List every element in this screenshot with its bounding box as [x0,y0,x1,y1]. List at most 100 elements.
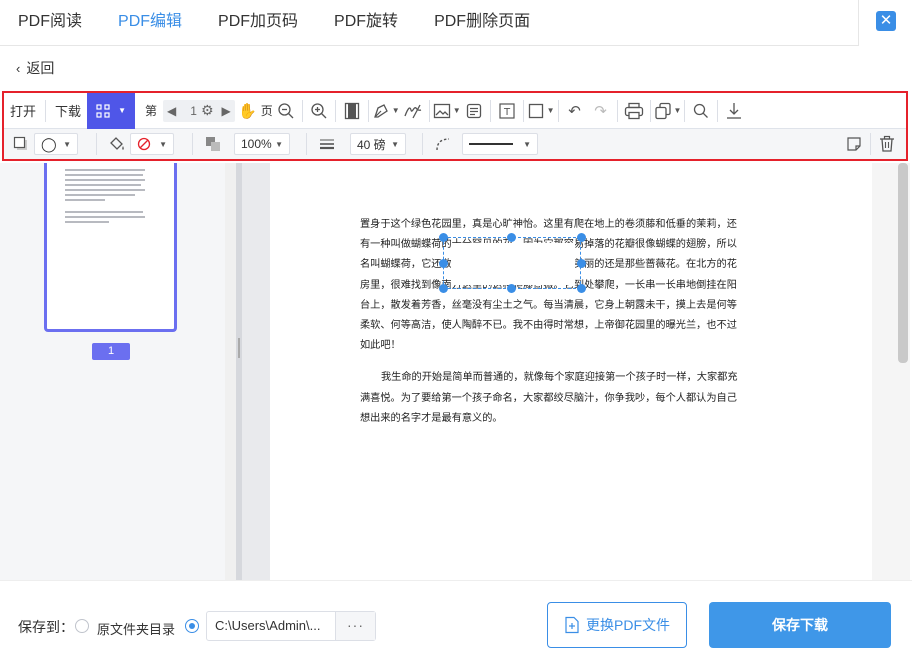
editor-toolbar: 打开 下载 ▼ 第 ◀ 1 ⚙ ▶ ✋ 页 ▼ ▼ T ▼ ↶ ↷ ▼ ◯ ▼ … [2,91,908,161]
undo-button[interactable]: ↶ [562,97,588,125]
back-label: 返回 [26,60,55,76]
sticky-note-icon [847,137,861,151]
resize-handle[interactable] [439,233,448,242]
tab-pdf-delete-pages[interactable]: PDF删除页面 [416,0,548,46]
document-viewer: 置身于这个绿色花园里，真是心旷神怡。这里有爬在地上的卷须藤和低垂的茉莉，还有一种… [242,163,910,580]
save-path-field[interactable]: C:\Users\Admin\... ··· [206,611,376,641]
delete-button[interactable] [874,130,900,158]
toolbar-divider [870,133,871,155]
browse-button[interactable]: ··· [335,612,375,640]
selected-annotation-box[interactable] [443,237,581,289]
fill-color-button[interactable] [104,130,130,158]
thumbnail-view-button[interactable]: ▼ [87,92,136,129]
header-divider [858,0,859,46]
signature-button[interactable] [400,97,426,125]
caret-down-icon: ▼ [275,139,283,149]
close-button[interactable]: ✕ [876,11,896,31]
page-prefix-label: 第 [145,104,158,118]
back-link[interactable]: ‹ 返回 [16,58,54,78]
rectangle-icon [528,103,543,118]
line-width-icon-button[interactable] [314,130,340,158]
caret-down-icon: ▼ [523,139,531,149]
page-current-value: 1 [190,103,197,118]
copy-button[interactable]: ▼ [654,97,682,125]
replace-pdf-label: 更换PDF文件 [586,617,670,633]
insert-image-button[interactable]: ▼ [433,97,461,125]
line-weight-icon [320,139,334,150]
text-box-button[interactable]: T [494,97,520,125]
print-button[interactable] [621,97,647,125]
tab-pdf-page-number[interactable]: PDF加页码 [200,0,316,46]
caret-down-icon: ▼ [673,106,682,115]
thumbnail-scrollbar[interactable] [225,163,236,580]
page-navigator[interactable]: ◀ 1 ⚙ ▶ [163,99,235,122]
resize-handle[interactable] [577,284,586,293]
zoom-out-button[interactable] [273,97,299,125]
gear-icon[interactable]: ⚙ [197,102,218,119]
search-icon [694,103,709,118]
caret-down-icon: ▼ [391,139,399,149]
hand-tool-button[interactable]: ✋ [235,97,261,125]
page-number-badge: 1 [92,343,130,360]
paint-bucket-icon [110,137,124,150]
toolbar-divider [616,99,618,122]
sticky-note-button[interactable] [841,130,867,158]
toolbar-divider [192,133,193,155]
note-button[interactable] [461,97,487,125]
fit-page-button[interactable] [339,97,365,125]
search-button[interactable] [688,97,714,125]
resize-handle[interactable] [507,233,516,242]
page-thumbnail[interactable] [44,163,177,332]
resize-handle[interactable] [439,259,448,268]
tab-pdf-edit[interactable]: PDF编辑 [100,0,200,46]
resize-handle[interactable] [507,284,516,293]
undo-icon: ↶ [568,102,581,120]
shape-select[interactable]: ◯ ▼ [34,133,78,155]
save-to-label: 保存到： [18,619,74,635]
document-paragraph: 我生命的开始是简单而普通的，就像每个家庭迎接第一个孩子时一样，大家都充满喜悦。为… [360,372,738,424]
tab-pdf-rotate[interactable]: PDF旋转 [316,0,416,46]
no-color-icon [137,137,151,151]
line-style-icon-button[interactable] [430,130,456,158]
page-prev-icon[interactable]: ◀ [163,104,180,118]
color-select[interactable]: ▼ [130,133,174,155]
note-icon [466,103,481,118]
radio-source-folder[interactable] [75,619,89,633]
replace-pdf-button[interactable]: 更换PDF文件 [547,602,687,648]
pen-tool-button[interactable]: ▼ [372,97,400,125]
svg-text:T: T [503,107,511,118]
redo-button[interactable]: ↷ [588,97,614,125]
open-button[interactable]: 打开 [4,101,42,120]
download-button[interactable]: 下载 [49,101,87,120]
opacity-value: 100% [241,137,272,151]
caret-down-icon: ▼ [159,139,167,149]
save-download-icon-button[interactable] [721,97,747,125]
resize-handle[interactable] [577,233,586,242]
save-download-button[interactable]: 保存下载 [709,602,891,648]
scroll-thumb[interactable] [898,163,908,363]
trash-icon [880,135,894,152]
rectangle-tool-button[interactable]: ▼ [527,97,555,125]
add-file-icon [565,616,579,634]
caret-down-icon: ▼ [452,106,461,115]
line-width-select[interactable]: 40 磅 ▼ [350,133,406,155]
toolbar-divider [717,99,719,122]
resize-handle[interactable] [439,284,448,293]
viewer-scrollbar[interactable] [872,163,910,580]
zoom-in-button[interactable] [306,97,332,125]
opacity-icon-button[interactable] [200,130,226,158]
toolbar-divider [306,133,307,155]
opacity-select[interactable]: 100% ▼ [234,133,290,155]
border-style-button[interactable] [8,130,34,158]
close-icon: ✕ [879,12,893,29]
tab-pdf-read[interactable]: PDF阅读 [0,0,100,46]
resize-handle[interactable] [577,259,586,268]
redo-icon: ↷ [594,102,607,120]
radio-custom-path[interactable] [185,619,199,633]
caret-down-icon: ▼ [63,139,71,149]
page-next-icon[interactable]: ▶ [218,104,235,118]
toolbar-divider [489,99,491,122]
line-style-select[interactable]: ▼ [462,133,538,155]
toolbar-divider [45,99,47,122]
toolbar-divider [649,99,651,122]
